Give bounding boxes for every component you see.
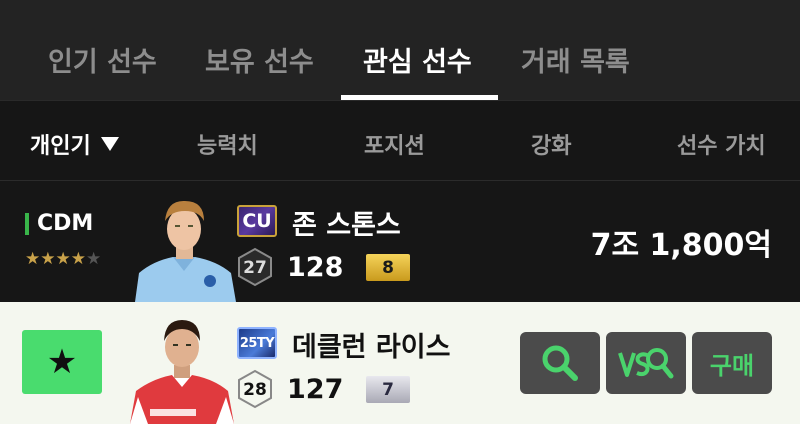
sort-enhancement[interactable]: 강화 xyxy=(531,128,571,160)
player-ovr: 128 xyxy=(287,252,344,283)
star-icon: ★ xyxy=(55,249,71,269)
player-ovr: 127 xyxy=(287,374,344,405)
player-position: CDM xyxy=(37,211,94,236)
tab-watchlist-players[interactable]: 관심 선수 xyxy=(363,40,472,79)
tab-trade-list[interactable]: 거래 목록 xyxy=(521,40,630,79)
sort-position[interactable]: 포지션 xyxy=(364,128,425,160)
compare-button[interactable] xyxy=(606,332,686,394)
search-button[interactable] xyxy=(520,332,600,394)
player-name: 데클런 라이스 xyxy=(292,332,451,363)
player-price: 7조 1,800억 xyxy=(590,228,772,263)
star-icon: ★ xyxy=(40,249,56,269)
enhancement-level: 8 xyxy=(366,254,410,281)
player-name: 존 스톤스 xyxy=(292,210,401,241)
season-badge: 25TY xyxy=(237,327,277,359)
star-icon: ★ xyxy=(70,249,86,269)
position-indicator xyxy=(25,213,29,235)
favorite-button[interactable]: ★ xyxy=(22,330,102,394)
player-photo xyxy=(133,195,236,302)
enhancement-level: 7 xyxy=(366,376,410,403)
dropdown-arrow-icon xyxy=(100,137,119,151)
player-photo xyxy=(128,317,236,424)
sort-skill-moves-label: 개인기 xyxy=(30,134,91,159)
tab-owned-players[interactable]: 보유 선수 xyxy=(205,40,314,79)
tab-popular-players[interactable]: 인기 선수 xyxy=(48,40,157,79)
sort-player-value[interactable]: 선수 가치 xyxy=(677,128,766,160)
tab-bar: 인기 선수 보유 선수 관심 선수 거래 목록 xyxy=(0,0,800,100)
season-badge: CU xyxy=(237,205,277,237)
search-icon xyxy=(542,345,578,381)
sort-bar: 개인기 능력치 포지션 강화 선수 가치 xyxy=(0,100,800,180)
star-icon: ★ xyxy=(46,342,78,382)
skill-stars: ★★★★★ xyxy=(25,249,101,269)
player-pay: 27 xyxy=(243,258,267,278)
player-pay: 28 xyxy=(243,380,267,400)
star-icon: ★ xyxy=(25,249,41,269)
sort-skill-moves[interactable]: 개인기 xyxy=(30,128,119,160)
sort-ability[interactable]: 능력치 xyxy=(197,128,258,160)
buy-button[interactable]: 구매 xyxy=(692,332,772,394)
compare-vs-icon xyxy=(618,348,674,379)
star-empty-icon: ★ xyxy=(86,249,102,269)
